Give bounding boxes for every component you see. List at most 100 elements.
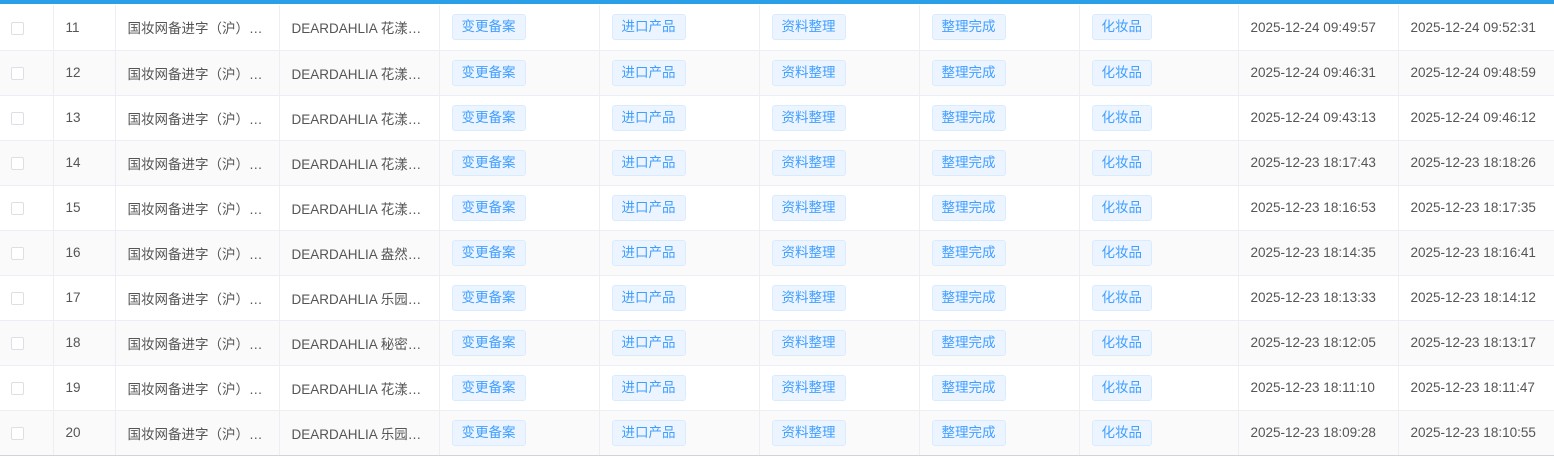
status-tag[interactable]: 整理完成 xyxy=(931,194,1006,221)
change-type-tag[interactable]: 变更备案 xyxy=(451,374,526,401)
row-number-cell: 12 xyxy=(53,50,116,96)
table-row[interactable]: 19 国妆网备进字（沪）2025000000 DEARDAHLIA 花漾唇膏 变更备案… xyxy=(0,365,1554,411)
created-time-cell: 2025-12-23 18:16:53 xyxy=(1238,185,1399,231)
created-time-cell: 2025-12-23 18:17:43 xyxy=(1250,155,1376,170)
category-tag[interactable]: 化妆品 xyxy=(1091,14,1152,41)
origin-tag[interactable]: 进口产品 xyxy=(611,104,686,131)
status-tag[interactable]: 整理完成 xyxy=(931,419,1006,446)
table-row[interactable]: 18 国妆网备进字（沪）2025000000 DEARDAHLIA 秘密唇膏 变更备案… xyxy=(0,320,1554,366)
stage-tag[interactable]: 资料整理 xyxy=(771,419,846,446)
stage-tag[interactable]: 资料整理 xyxy=(771,239,846,266)
stage-tag[interactable]: 资料整理 xyxy=(771,59,846,86)
updated-time-cell: 2025-12-23 18:13:17 xyxy=(1398,320,1554,366)
row-select-cell xyxy=(0,185,54,231)
origin-tag[interactable]: 进口产品 xyxy=(611,239,686,266)
row-checkbox[interactable] xyxy=(11,201,24,215)
row-number-cell: 11 xyxy=(65,19,80,35)
origin-tag[interactable]: 进口产品 xyxy=(611,59,686,86)
change-type-tag[interactable]: 变更备案 xyxy=(451,59,526,86)
stage-cell: 资料整理 xyxy=(759,185,920,231)
row-checkbox[interactable] xyxy=(11,21,24,35)
category-tag[interactable]: 化妆品 xyxy=(1091,194,1152,221)
origin-tag[interactable]: 进口产品 xyxy=(611,374,686,401)
category-tag[interactable]: 化妆品 xyxy=(1091,149,1152,176)
stage-tag[interactable]: 资料整理 xyxy=(771,104,846,131)
stage-tag[interactable]: 资料整理 xyxy=(771,149,846,176)
status-tag[interactable]: 整理完成 xyxy=(931,149,1006,176)
row-checkbox[interactable] xyxy=(11,381,24,395)
stage-tag[interactable]: 资料整理 xyxy=(771,329,846,356)
row-select-cell xyxy=(0,50,54,96)
status-tag[interactable]: 整理完成 xyxy=(931,284,1006,311)
created-time-cell: 2025-12-23 18:13:33 xyxy=(1250,290,1376,305)
origin-tag[interactable]: 进口产品 xyxy=(611,284,686,311)
category-cell: 化妆品 xyxy=(1079,50,1239,96)
record-number-cell: 国妆网备进字（沪）2025000000 xyxy=(127,156,267,172)
origin-cell: 进口产品 xyxy=(599,230,760,276)
category-tag[interactable]: 化妆品 xyxy=(1091,419,1152,446)
category-tag[interactable]: 化妆品 xyxy=(1091,59,1152,86)
status-tag[interactable]: 整理完成 xyxy=(931,104,1006,131)
stage-cell: 资料整理 xyxy=(759,140,920,186)
status-tag[interactable]: 整理完成 xyxy=(931,59,1006,86)
change-type-tag[interactable]: 变更备案 xyxy=(451,104,526,131)
category-tag[interactable]: 化妆品 xyxy=(1091,284,1152,311)
stage-cell: 资料整理 xyxy=(759,230,920,276)
origin-tag[interactable]: 进口产品 xyxy=(611,194,686,221)
row-checkbox[interactable] xyxy=(11,111,24,125)
product-name-cell: DEARDAHLIA 花漾唇膏 xyxy=(279,50,440,96)
change-type-tag[interactable]: 变更备案 xyxy=(451,194,526,221)
table-row[interactable]: 14 国妆网备进字（沪）2025000000 DEARDAHLIA 花漾唇膏 变更备案… xyxy=(0,140,1554,186)
stage-cell: 资料整理 xyxy=(759,365,920,411)
record-number-cell: 国妆网备进字（沪）2025000000 xyxy=(127,291,267,307)
row-number-cell: 19 xyxy=(65,380,81,395)
category-tag[interactable]: 化妆品 xyxy=(1091,239,1152,266)
row-checkbox[interactable] xyxy=(11,66,24,80)
category-tag[interactable]: 化妆品 xyxy=(1091,374,1152,401)
table-row[interactable]: 20 国妆网备进字（沪）2025000000 DEARDAHLIA 乐园唇膏 变更备案… xyxy=(0,410,1554,456)
status-tag[interactable]: 整理完成 xyxy=(931,329,1006,356)
origin-tag[interactable]: 进口产品 xyxy=(611,419,686,446)
row-checkbox[interactable] xyxy=(11,291,24,305)
stage-tag[interactable]: 资料整理 xyxy=(771,374,846,401)
product-name-cell: DEARDAHLIA 花漾唇膏 xyxy=(279,365,440,411)
row-checkbox[interactable] xyxy=(11,246,24,260)
table-row[interactable]: 12 国妆网备进字（沪）2025000000 DEARDAHLIA 花漾唇膏 变更备案… xyxy=(0,50,1554,96)
table-row[interactable]: 17 国妆网备进字（沪）2025000000 DEARDAHLIA 乐园唇膏 变更备案… xyxy=(0,275,1554,321)
row-checkbox[interactable] xyxy=(11,156,24,170)
change-type-tag[interactable]: 变更备案 xyxy=(451,14,526,41)
origin-cell: 进口产品 xyxy=(599,140,760,186)
category-tag[interactable]: 化妆品 xyxy=(1091,104,1152,131)
updated-time-cell: 2025-12-23 18:10:55 xyxy=(1410,425,1536,440)
row-checkbox[interactable] xyxy=(11,426,24,440)
stage-tag[interactable]: 资料整理 xyxy=(771,284,846,311)
change-type-tag[interactable]: 变更备案 xyxy=(451,284,526,311)
record-number-cell: 国妆网备进字（沪）2025000000 xyxy=(115,185,280,231)
table-row[interactable]: 11 国妆网备进字（沪）2025000000 DEARDAHLIA 花漾唇膏 变更备案… xyxy=(0,5,1554,51)
product-name-cell: DEARDAHLIA 盎然唇膏 xyxy=(279,230,440,276)
stage-tag[interactable]: 资料整理 xyxy=(771,194,846,221)
table-row[interactable]: 15 国妆网备进字（沪）2025000000 DEARDAHLIA 花漾唇膏 变更备案… xyxy=(0,185,1554,231)
origin-tag[interactable]: 进口产品 xyxy=(611,149,686,176)
created-time-cell: 2025-12-24 09:46:31 xyxy=(1238,50,1399,96)
change-type-tag[interactable]: 变更备案 xyxy=(451,329,526,356)
table-row[interactable]: 13 国妆网备进字（沪）2025000000 DEARDAHLIA 花漾唇膏 变更备案… xyxy=(0,95,1554,141)
change-type-tag[interactable]: 变更备案 xyxy=(451,419,526,446)
table-row[interactable]: 16 国妆网备进字（沪）2025000000 DEARDAHLIA 盎然唇膏 变更备案… xyxy=(0,230,1554,276)
row-checkbox[interactable] xyxy=(11,336,24,350)
updated-time-cell: 2025-12-24 09:52:31 xyxy=(1410,19,1536,35)
status-tag[interactable]: 整理完成 xyxy=(931,14,1006,41)
status-cell: 整理完成 xyxy=(919,230,1080,276)
updated-time-cell: 2025-12-23 18:11:47 xyxy=(1410,380,1535,395)
product-name-cell: DEARDAHLIA 花漾唇膏 xyxy=(291,66,427,82)
stage-tag[interactable]: 资料整理 xyxy=(771,14,846,41)
status-tag[interactable]: 整理完成 xyxy=(931,239,1006,266)
status-tag[interactable]: 整理完成 xyxy=(931,374,1006,401)
origin-tag[interactable]: 进口产品 xyxy=(611,14,686,41)
origin-tag[interactable]: 进口产品 xyxy=(611,329,686,356)
product-name-cell: DEARDAHLIA 花漾唇膏 xyxy=(291,21,427,37)
category-tag[interactable]: 化妆品 xyxy=(1091,329,1152,356)
change-type-tag[interactable]: 变更备案 xyxy=(451,239,526,266)
change-type-tag[interactable]: 变更备案 xyxy=(451,149,526,176)
record-number-cell: 国妆网备进字（沪）2025000000 xyxy=(115,365,280,411)
